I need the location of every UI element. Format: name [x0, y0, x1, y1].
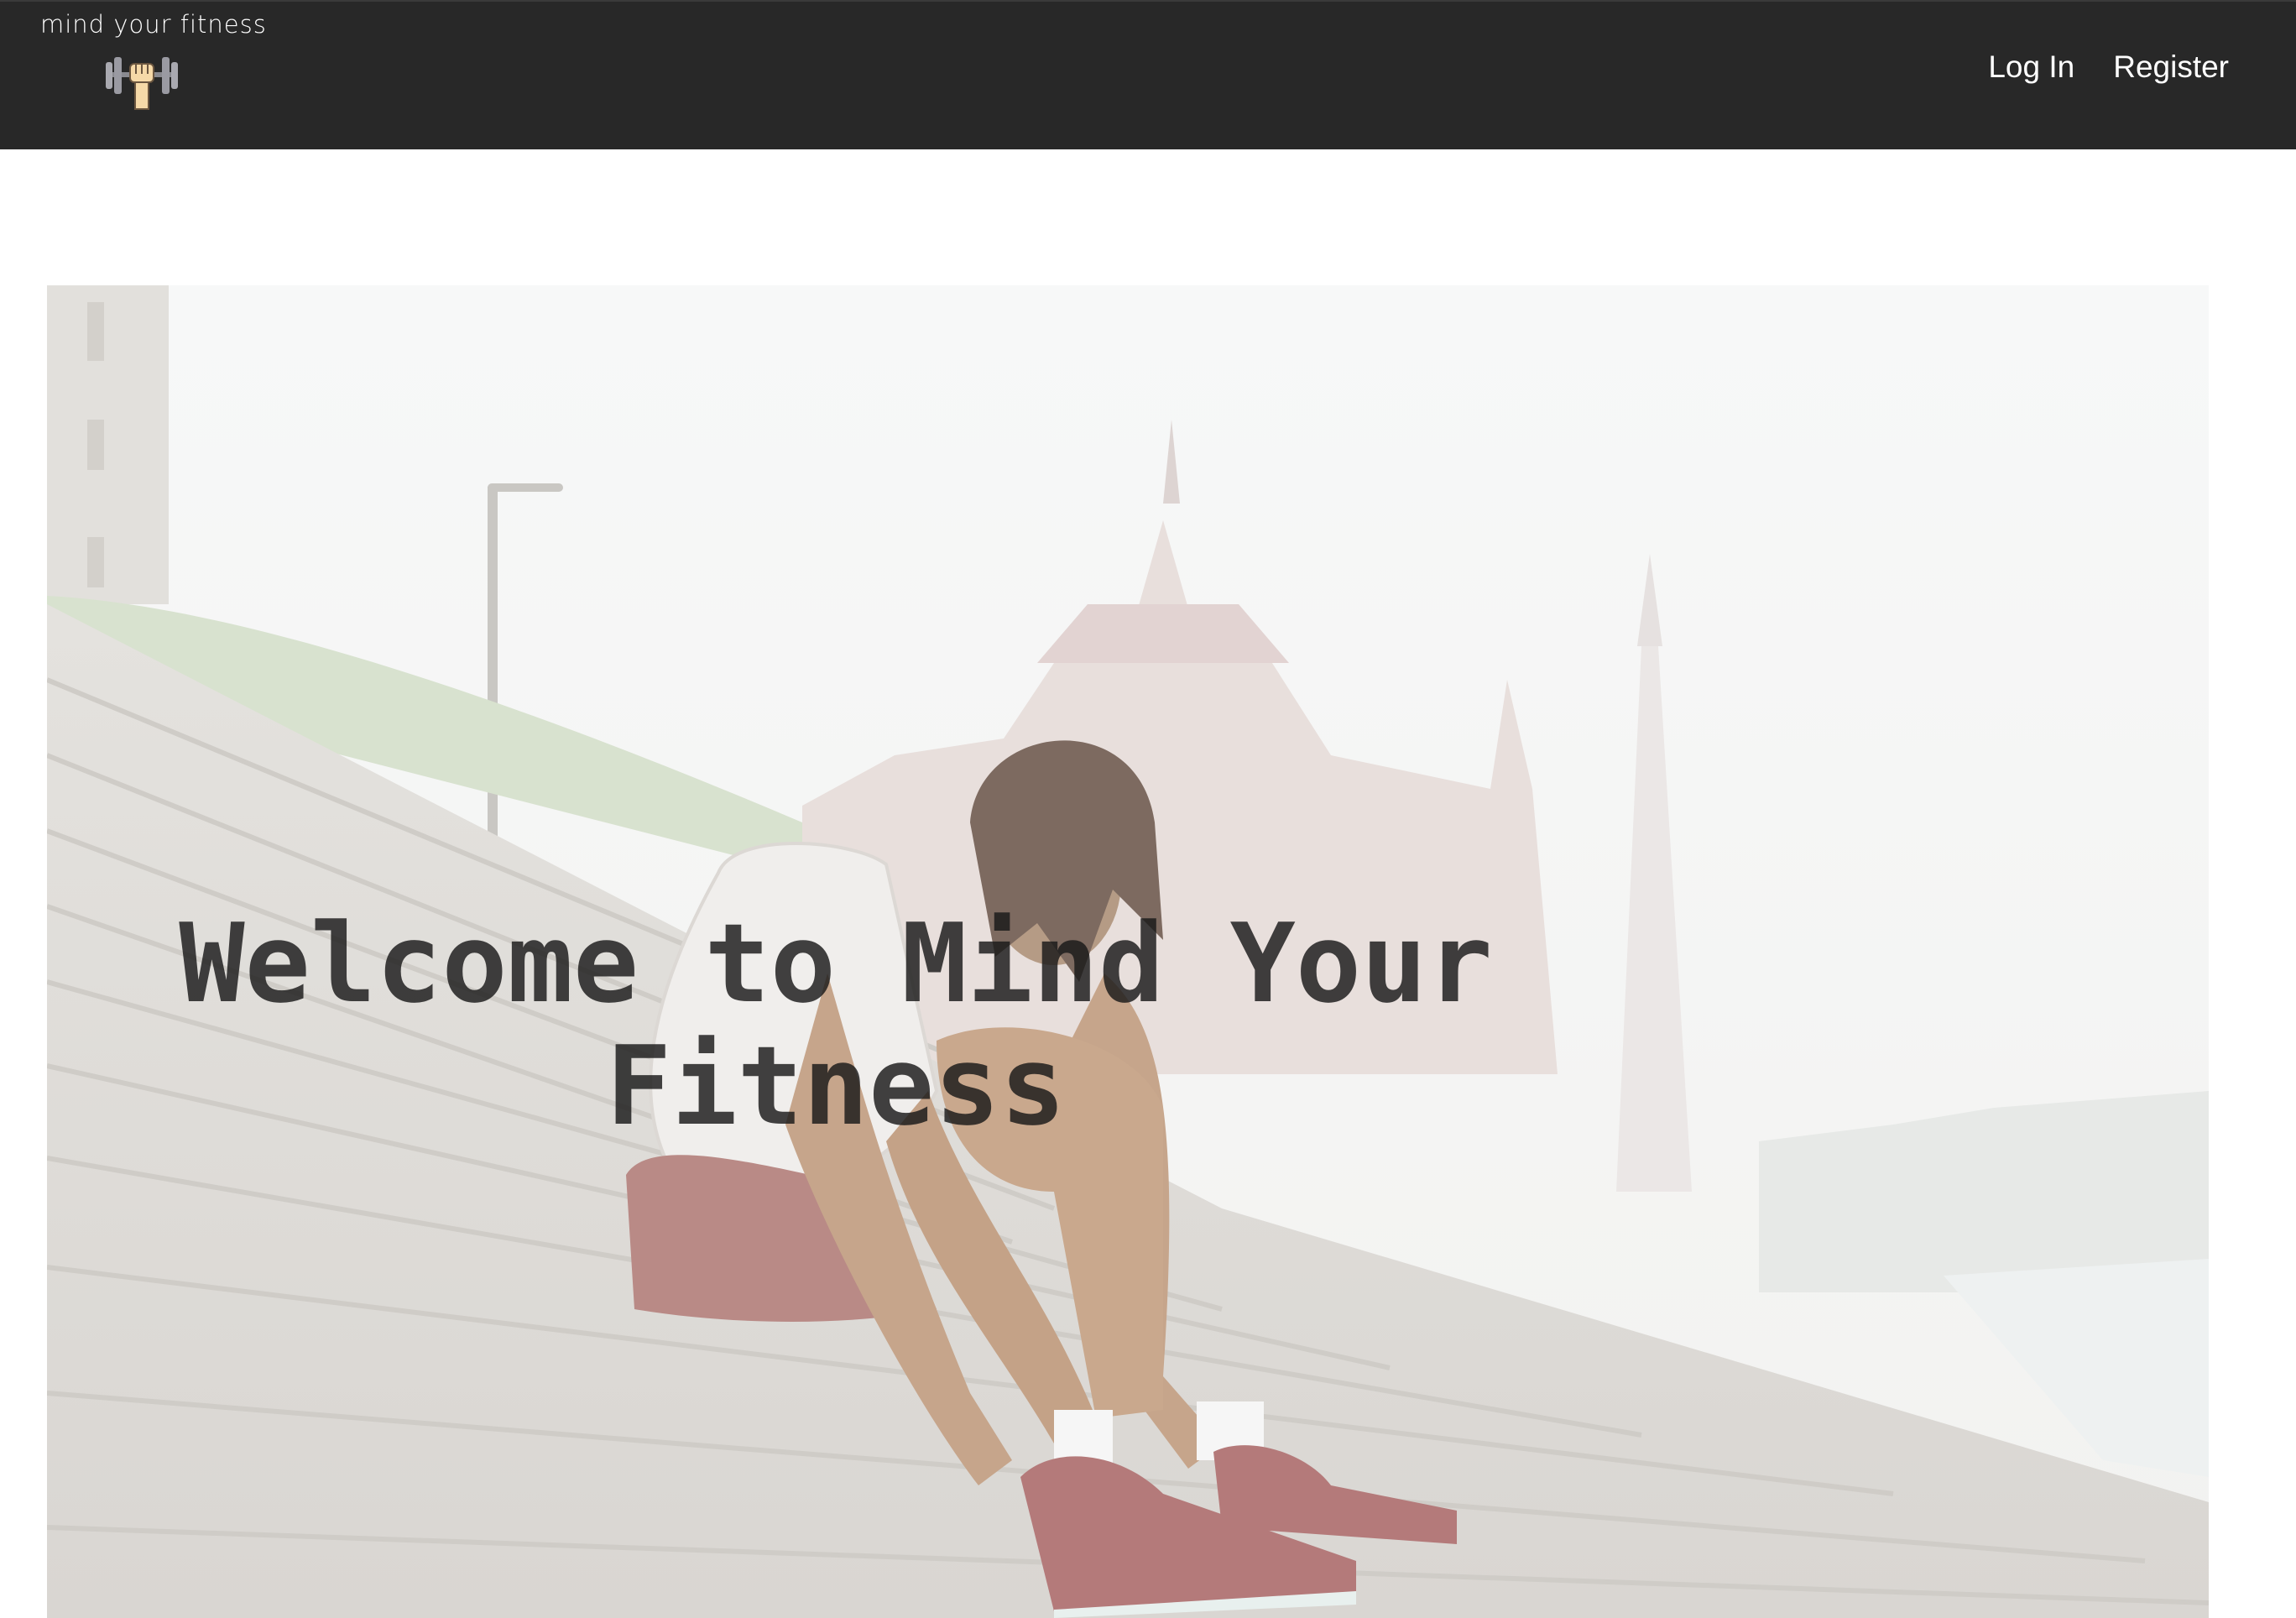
nav-links: Log In Register [1988, 45, 2229, 89]
brand-home-link[interactable]: mind your fitness [40, 8, 292, 143]
hero-title: Welcome to Mind Your Fitness [179, 900, 1493, 1150]
hero-banner: Welcome to Mind Your Fitness [47, 285, 2209, 1618]
brand-name: mind your fitness [40, 10, 267, 39]
navbar: mind your fitness Log In Register [0, 0, 2296, 149]
login-link[interactable]: Log In [1988, 45, 2074, 89]
dumbbell-fist-icon [106, 57, 178, 110]
register-link[interactable]: Register [2113, 45, 2229, 89]
